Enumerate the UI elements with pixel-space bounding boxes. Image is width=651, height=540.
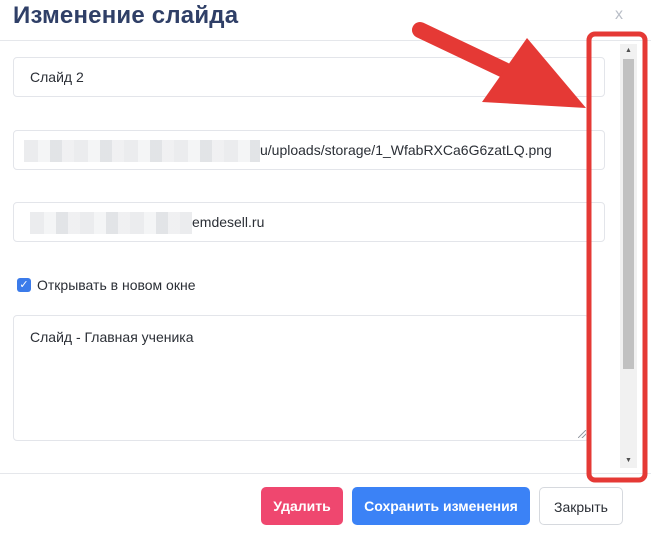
resize-grip-icon[interactable] bbox=[578, 430, 586, 438]
scrollbar-thumb[interactable] bbox=[623, 59, 634, 369]
modal-footer: Удалить Сохранить изменения Закрыть bbox=[0, 473, 651, 540]
link-url-value: emdesell.ru bbox=[192, 214, 265, 230]
description-value: Слайд - Главная ученика bbox=[30, 329, 194, 345]
image-url-value: u/uploads/storage/1_WfabRXCa6G6zatLQ.png bbox=[260, 142, 552, 158]
edit-slide-modal: Изменение слайда x Слайд 2 u/uploads/sto… bbox=[0, 0, 651, 540]
modal-body: Слайд 2 u/uploads/storage/1_WfabRXCa6G6z… bbox=[0, 41, 651, 473]
delete-button[interactable]: Удалить bbox=[261, 487, 343, 525]
scroll-down-arrow[interactable]: ▼ bbox=[620, 454, 637, 468]
image-url-input[interactable]: u/uploads/storage/1_WfabRXCa6G6zatLQ.png bbox=[13, 130, 605, 170]
redacted-text bbox=[30, 212, 192, 235]
open-new-window-option[interactable]: ✓ Открывать в новом окне bbox=[17, 275, 195, 295]
save-button[interactable]: Сохранить изменения bbox=[352, 487, 530, 525]
check-icon[interactable]: ✓ bbox=[17, 278, 31, 292]
slide-name-value: Слайд 2 bbox=[30, 69, 84, 85]
link-url-input[interactable]: emdesell.ru bbox=[13, 202, 605, 242]
description-textarea[interactable]: Слайд - Главная ученика bbox=[13, 315, 589, 441]
vertical-scrollbar[interactable]: ▲ ▼ bbox=[620, 44, 637, 468]
slide-name-input[interactable]: Слайд 2 bbox=[13, 57, 605, 97]
modal-header: Изменение слайда x bbox=[0, 0, 651, 41]
open-new-window-label: Открывать в новом окне bbox=[37, 277, 196, 293]
scroll-up-arrow[interactable]: ▲ bbox=[620, 44, 637, 58]
modal-title: Изменение слайда bbox=[13, 2, 239, 29]
redacted-text bbox=[24, 140, 260, 163]
close-button[interactable]: Закрыть bbox=[539, 487, 623, 525]
close-icon[interactable]: x bbox=[615, 6, 623, 24]
